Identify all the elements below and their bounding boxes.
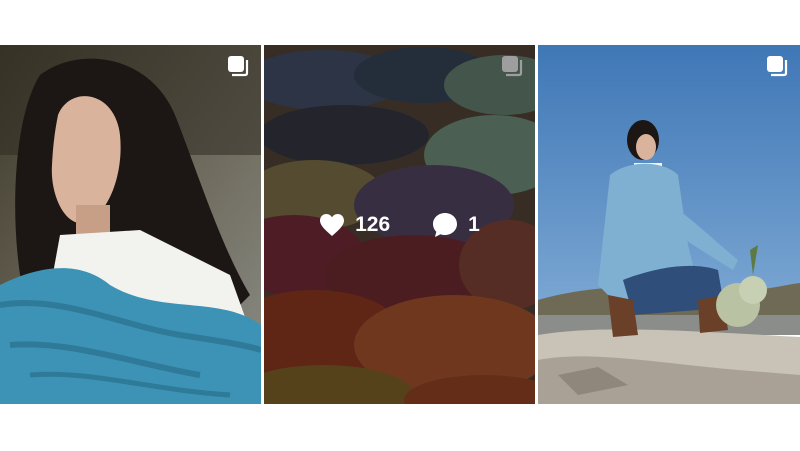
multiple-images-icon xyxy=(767,56,788,77)
post-grid: 126 1 xyxy=(0,45,800,404)
comments-count: 1 xyxy=(468,212,480,236)
post-image-scarf xyxy=(0,45,261,404)
post-tile-1[interactable] xyxy=(0,45,261,404)
hover-overlay: 126 1 xyxy=(264,45,535,404)
comments-stat: 1 xyxy=(432,212,480,238)
multiple-images-icon xyxy=(228,56,249,77)
heart-icon xyxy=(320,213,345,236)
post-tile-3[interactable] xyxy=(538,45,800,404)
likes-count: 126 xyxy=(355,212,391,236)
post-tile-2[interactable]: 126 1 xyxy=(264,45,535,404)
comment-icon xyxy=(433,212,458,237)
post-image-outdoor xyxy=(538,45,800,404)
likes-stat: 126 xyxy=(319,213,390,237)
